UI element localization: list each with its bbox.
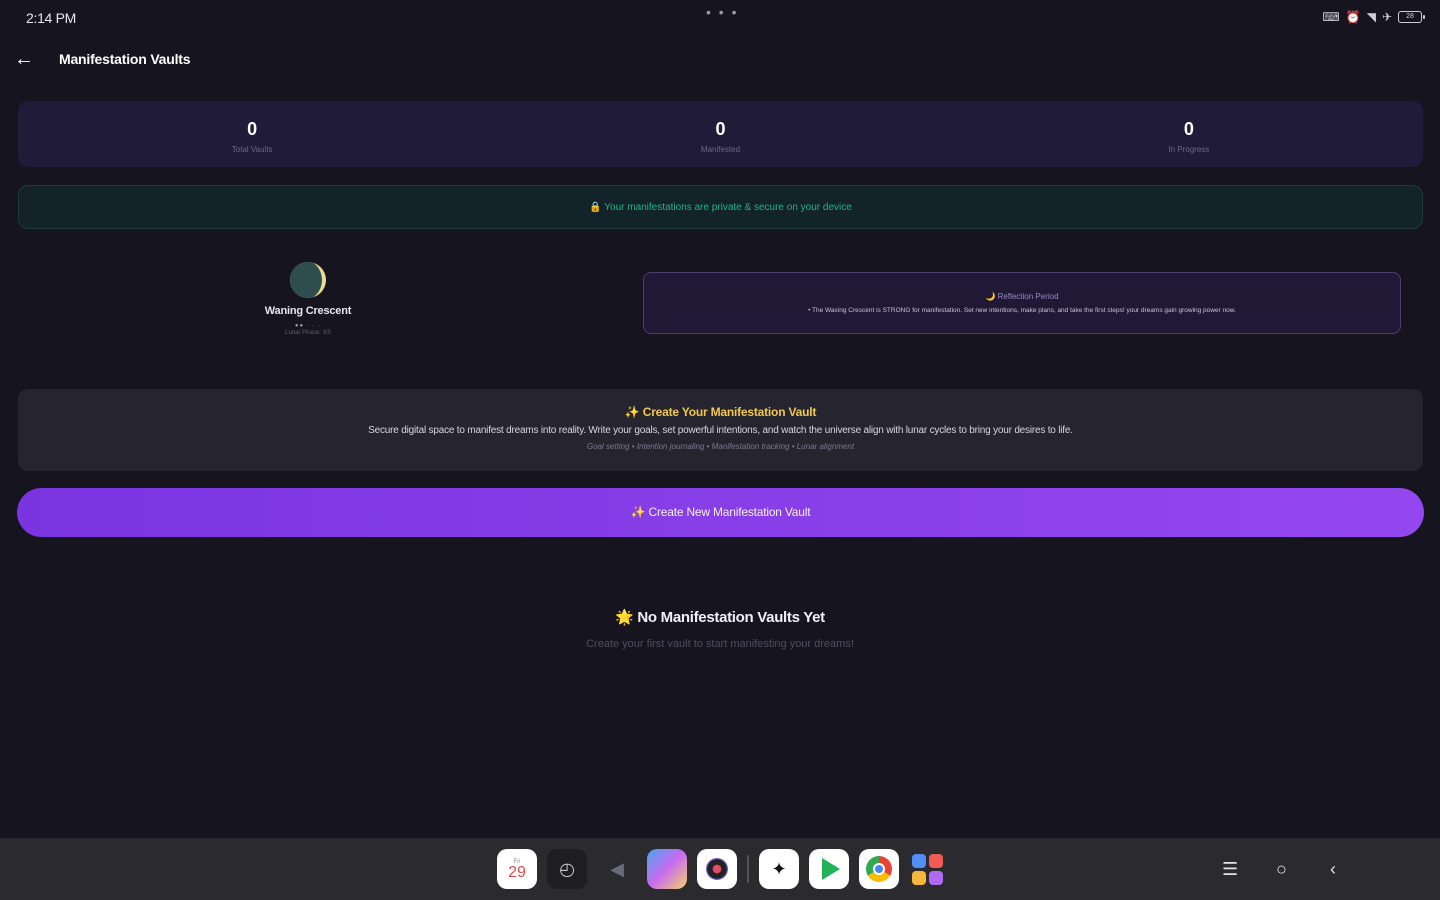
lock-icon: 🔒 — [589, 202, 602, 213]
moon-phase-name: Waning Crescent — [264, 305, 352, 317]
status-icons: ⌨ ⏰ ◥ ✈ 28 — [1322, 9, 1425, 25]
moon-phase-sub: Lunar Phase: 3/5 — [285, 330, 331, 336]
taskbar: Fri 29 ◴ ◀ ✦ ☰ ○ ‹ — [0, 838, 1440, 900]
keyboard-icon: ⌨ — [1322, 10, 1340, 24]
navigation-app-icon[interactable]: ◀ — [597, 849, 637, 889]
calendar-app-icon[interactable]: Fri 29 — [497, 849, 537, 889]
calendar-date: 29 — [508, 864, 526, 881]
reflection-title: 🌙 Reflection Period — [985, 292, 1059, 301]
waning-crescent-moon-icon — [290, 262, 326, 298]
stat-label: Total Vaults — [231, 145, 273, 154]
gallery-app-icon[interactable] — [647, 849, 687, 889]
empty-state-title: 🌟 No Manifestation Vaults Yet — [615, 609, 825, 626]
window-handle-dots[interactable]: • • • — [706, 4, 738, 20]
moon-phase: Waning Crescent ●● · · · Lunar Phase: 3/… — [236, 262, 380, 336]
stat-manifested: 0 Manifested — [486, 101, 954, 167]
privacy-banner: 🔒 Your manifestations are private & secu… — [18, 185, 1423, 229]
airplane-icon: ✈ — [1381, 10, 1392, 24]
moon-phase-dots: ●● · · · — [294, 323, 322, 329]
info-card-tags: Goal setting • Intention journaling • Ma… — [586, 442, 855, 451]
chrome-app-icon[interactable] — [859, 849, 899, 889]
status-bar: 2:14 PM • • • ⌨ ⏰ ◥ ✈ 28 — [0, 0, 1440, 36]
reflection-card: 🌙 Reflection Period • The Waxing Crescen… — [643, 272, 1401, 334]
alarm-icon: ⏰ — [1345, 10, 1361, 24]
stat-value: 0 — [1183, 119, 1194, 139]
stats-card: 0 Total Vaults 0 Manifested 0 In Progres… — [18, 101, 1423, 167]
home-nav-icon[interactable]: ○ — [1276, 857, 1287, 881]
stat-total-vaults: 0 Total Vaults — [18, 101, 486, 167]
app-dock: Fri 29 ◴ ◀ ✦ — [497, 849, 945, 889]
create-new-vault-button[interactable]: ✨ Create New Manifestation Vault — [17, 488, 1424, 537]
dock-separator — [747, 855, 749, 883]
back-nav-icon[interactable]: ‹ — [1330, 857, 1336, 881]
privacy-text: Your manifestations are private & secure… — [604, 202, 852, 213]
page-title: Manifestation Vaults — [59, 51, 191, 67]
info-card-description: Secure digital space to manifest dreams … — [368, 425, 1073, 436]
status-time: 2:14 PM — [26, 10, 77, 26]
back-arrow-icon[interactable]: ← — [12, 48, 36, 72]
create-vault-info-card: ✨ Create Your Manifestation Vault Secure… — [18, 389, 1423, 471]
stat-value: 0 — [715, 119, 726, 139]
wifi-icon: ◥ — [1366, 10, 1376, 24]
ai-assistant-app-icon[interactable]: ✦ — [759, 849, 799, 889]
battery-icon: 28 — [1398, 11, 1425, 23]
stat-value: 0 — [247, 119, 258, 139]
stat-label: In Progress — [1168, 145, 1210, 154]
empty-state-subtitle: Create your first vault to start manifes… — [586, 638, 854, 650]
app-drawer-icon[interactable] — [909, 851, 945, 887]
reflection-text: • The Waxing Crescent is STRONG for mani… — [808, 307, 1236, 314]
clock-app-icon[interactable]: ◴ — [547, 849, 587, 889]
info-card-title: ✨ Create Your Manifestation Vault — [624, 405, 817, 419]
stat-label: Manifested — [700, 145, 741, 154]
play-store-app-icon[interactable] — [809, 849, 849, 889]
create-button-label: ✨ Create New Manifestation Vault — [630, 505, 811, 519]
stat-in-progress: 0 In Progress — [955, 101, 1423, 167]
camera-app-icon[interactable] — [697, 849, 737, 889]
recents-nav-icon[interactable]: ☰ — [1222, 857, 1238, 881]
